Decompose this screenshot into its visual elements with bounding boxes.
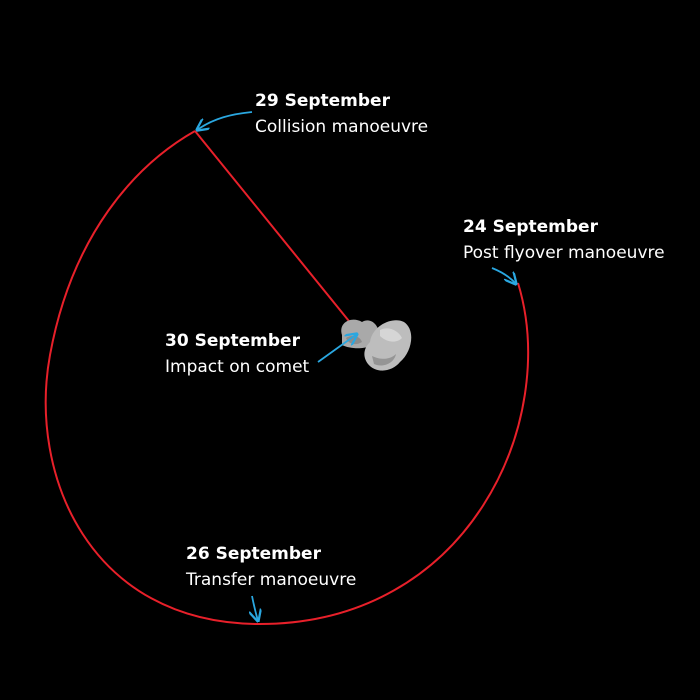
pointer-arrow-sep26 — [252, 595, 258, 621]
comet-67p — [341, 319, 412, 371]
pointer-arrow-sep30 — [317, 334, 357, 363]
event-description: Transfer manoeuvre — [186, 570, 357, 590]
event-label-sep29: 29 September Collision manoeuvre — [255, 88, 428, 140]
event-description: Collision manoeuvre — [255, 117, 429, 137]
pointer-arrow-sep29 — [197, 111, 253, 130]
event-date: 26 September — [186, 544, 321, 564]
event-date: 24 September — [463, 217, 598, 237]
event-description: Post flyover manoeuvre — [463, 243, 665, 263]
event-label-sep30: 30 September Impact on comet — [165, 328, 309, 380]
event-description: Impact on comet — [165, 357, 310, 377]
event-label-sep24: 24 September Post flyover manoeuvre — [463, 214, 665, 266]
event-date: 30 September — [165, 331, 300, 351]
event-date: 29 September — [255, 91, 390, 111]
descent-trajectory — [194, 130, 358, 332]
event-label-sep26: 26 September Transfer manoeuvre — [186, 541, 356, 593]
pointer-arrow-sep24 — [491, 267, 516, 284]
